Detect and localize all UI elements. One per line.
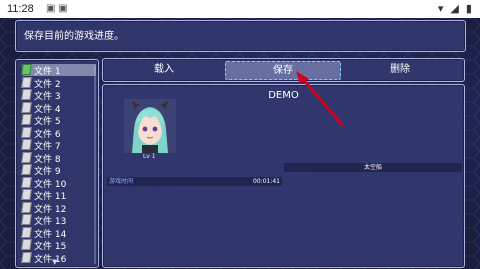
file-icon: [21, 151, 32, 163]
command-window: 载入 保存 删除: [102, 58, 465, 82]
file-label: 文件 16: [34, 254, 67, 265]
save-file-item[interactable]: 文件 2: [21, 76, 96, 90]
system-status-bar: 11:28 ▣ ▣ ▾ ◢ ▮: [0, 0, 480, 18]
save-file-item[interactable]: 文件 8: [21, 151, 96, 165]
save-info-window: DEMO Lv 1 太空船 游戏时间 00:01:41: [102, 84, 465, 268]
file-icon: [21, 76, 32, 88]
playtime-row: 游戏时间 00:01:41: [107, 177, 282, 186]
file-icon: [21, 214, 32, 225]
save-file-item[interactable]: 文件 10: [21, 176, 96, 190]
file-label: 文件 15: [34, 242, 67, 252]
file-label: 文件 10: [34, 179, 67, 190]
save-file-item[interactable]: 文件 12: [21, 201, 96, 215]
file-icon: [21, 126, 32, 138]
file-label: 文件 13: [34, 217, 67, 227]
location-text: 太空船: [363, 164, 382, 171]
notification-icons: ▣ ▣: [46, 3, 68, 14]
delete-button[interactable]: 删除: [359, 61, 441, 78]
playtime-value: 00:01:41: [253, 178, 280, 185]
save-file-item[interactable]: 文件 16: [21, 251, 96, 265]
file-label: 文件 1: [34, 67, 61, 77]
file-label: 文件 2: [34, 79, 61, 90]
location-field: 太空船: [284, 163, 462, 172]
list-scrollbar[interactable]: [94, 64, 96, 264]
file-icon: [21, 239, 32, 250]
file-icon: [21, 89, 32, 100]
save-file-item[interactable]: 文件 14: [21, 226, 96, 240]
scroll-down-icon[interactable]: ▼: [52, 258, 57, 266]
file-label: 文件 9: [34, 167, 61, 177]
load-button[interactable]: 载入: [123, 61, 205, 78]
playtime-label: 游戏时间: [109, 178, 134, 185]
file-label: 文件 14: [34, 229, 67, 240]
save-file-item[interactable]: 文件 13: [21, 214, 96, 227]
file-icon: [21, 101, 32, 113]
file-label: 文件 12: [34, 204, 67, 215]
save-file-item[interactable]: 文件 1: [21, 64, 96, 77]
signal-battery-icons: ▾ ◢ ▮: [437, 3, 474, 15]
save-file-list[interactable]: 文件 1 文件 2 文件 3 文件 4 文件 5 文件 6 文件 7 文件 8 文件 9 文件 1…: [15, 59, 99, 268]
save-file-item[interactable]: 文件 7: [21, 139, 96, 152]
file-label: 文件 8: [34, 154, 61, 165]
help-text: 保存目前的游戏进度。: [24, 31, 124, 42]
file-label: 文件 7: [34, 142, 61, 152]
file-icon: [21, 251, 32, 263]
save-file-item[interactable]: 文件 5: [21, 114, 96, 127]
file-label: 文件 3: [34, 92, 61, 102]
file-label: 文件 11: [34, 192, 67, 202]
level-text: Lv 1: [143, 153, 156, 160]
help-window: 保存目前的游戏进度。: [15, 20, 466, 52]
save-file-item[interactable]: 文件 6: [21, 126, 96, 140]
file-icon: [21, 189, 32, 200]
save-button[interactable]: 保存: [225, 61, 341, 80]
save-file-item[interactable]: 文件 11: [21, 189, 96, 202]
file-label: 文件 6: [34, 129, 61, 140]
file-icon: [21, 139, 32, 150]
character-portrait: [124, 99, 176, 153]
file-icon: [21, 201, 32, 213]
save-file-item[interactable]: 文件 3: [21, 89, 96, 102]
save-file-item[interactable]: 文件 9: [21, 164, 96, 177]
file-icon: [21, 226, 32, 238]
file-icon: [21, 64, 32, 75]
save-file-item[interactable]: 文件 15: [21, 239, 96, 252]
game-scene: 保存目前的游戏进度。 文件 1 文件 2 文件 3 文件 4 文件 5 文件 6 文件 7文…: [0, 18, 480, 269]
clock: 11:28: [7, 3, 34, 15]
save-file-item[interactable]: 文件 4: [21, 101, 96, 115]
file-label: 文件 4: [34, 104, 61, 115]
file-label: 文件 5: [34, 117, 61, 127]
file-icon: [21, 164, 32, 175]
file-icon: [21, 176, 32, 188]
file-icon: [21, 114, 32, 125]
